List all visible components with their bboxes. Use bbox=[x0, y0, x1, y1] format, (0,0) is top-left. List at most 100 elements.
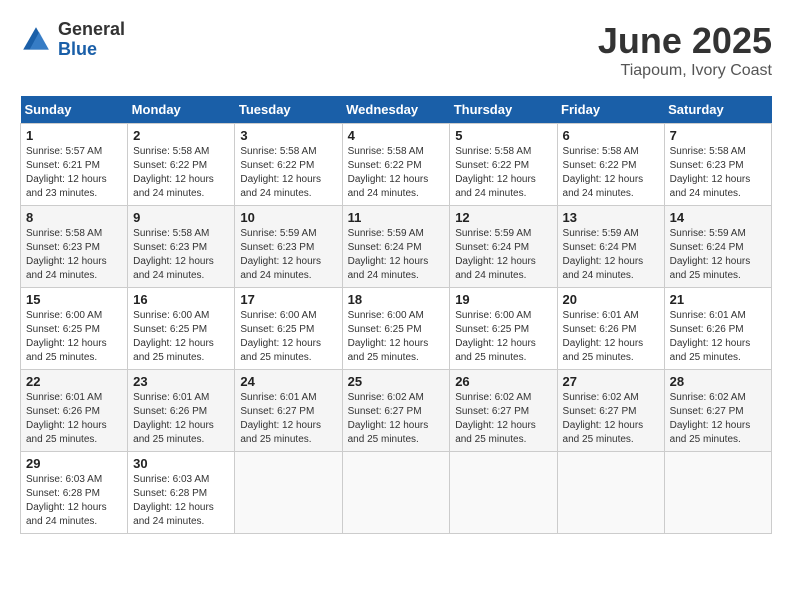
day-info: Sunrise: 6:03 AM Sunset: 6:28 PM Dayligh… bbox=[133, 473, 229, 529]
header: General Blue June 2025 Tiapoum, Ivory Co… bbox=[20, 20, 772, 80]
weekday-header: Monday bbox=[128, 96, 235, 124]
day-info: Sunrise: 6:02 AM Sunset: 6:27 PM Dayligh… bbox=[670, 391, 766, 447]
day-info: Sunrise: 6:00 AM Sunset: 6:25 PM Dayligh… bbox=[455, 309, 551, 365]
day-info: Sunrise: 6:01 AM Sunset: 6:26 PM Dayligh… bbox=[670, 309, 766, 365]
weekday-header: Sunday bbox=[21, 96, 128, 124]
day-number: 13 bbox=[563, 210, 659, 225]
calendar-cell: 13 Sunrise: 5:59 AM Sunset: 6:24 PM Dayl… bbox=[557, 206, 664, 288]
day-number: 20 bbox=[563, 292, 659, 307]
calendar-cell bbox=[557, 452, 664, 534]
calendar-cell: 19 Sunrise: 6:00 AM Sunset: 6:25 PM Dayl… bbox=[450, 288, 557, 370]
day-info: Sunrise: 5:59 AM Sunset: 6:23 PM Dayligh… bbox=[240, 227, 336, 283]
day-info: Sunrise: 5:58 AM Sunset: 6:22 PM Dayligh… bbox=[455, 145, 551, 201]
day-info: Sunrise: 5:59 AM Sunset: 6:24 PM Dayligh… bbox=[455, 227, 551, 283]
calendar-cell: 18 Sunrise: 6:00 AM Sunset: 6:25 PM Dayl… bbox=[342, 288, 450, 370]
day-info: Sunrise: 5:59 AM Sunset: 6:24 PM Dayligh… bbox=[348, 227, 445, 283]
weekday-header: Thursday bbox=[450, 96, 557, 124]
calendar-week-row: 8 Sunrise: 5:58 AM Sunset: 6:23 PM Dayli… bbox=[21, 206, 772, 288]
day-number: 17 bbox=[240, 292, 336, 307]
calendar-week-row: 1 Sunrise: 5:57 AM Sunset: 6:21 PM Dayli… bbox=[21, 124, 772, 206]
day-info: Sunrise: 5:59 AM Sunset: 6:24 PM Dayligh… bbox=[563, 227, 659, 283]
day-info: Sunrise: 6:00 AM Sunset: 6:25 PM Dayligh… bbox=[348, 309, 445, 365]
day-info: Sunrise: 6:00 AM Sunset: 6:25 PM Dayligh… bbox=[240, 309, 336, 365]
day-number: 7 bbox=[670, 128, 766, 143]
logo-general-text: General bbox=[58, 20, 125, 40]
day-number: 15 bbox=[26, 292, 122, 307]
location-title: Tiapoum, Ivory Coast bbox=[598, 62, 772, 80]
day-info: Sunrise: 6:01 AM Sunset: 6:26 PM Dayligh… bbox=[26, 391, 122, 447]
calendar-cell: 9 Sunrise: 5:58 AM Sunset: 6:23 PM Dayli… bbox=[128, 206, 235, 288]
day-info: Sunrise: 6:00 AM Sunset: 6:25 PM Dayligh… bbox=[26, 309, 122, 365]
calendar-cell: 3 Sunrise: 5:58 AM Sunset: 6:22 PM Dayli… bbox=[235, 124, 342, 206]
calendar-cell: 1 Sunrise: 5:57 AM Sunset: 6:21 PM Dayli… bbox=[21, 124, 128, 206]
day-info: Sunrise: 5:57 AM Sunset: 6:21 PM Dayligh… bbox=[26, 145, 122, 201]
calendar-cell: 10 Sunrise: 5:59 AM Sunset: 6:23 PM Dayl… bbox=[235, 206, 342, 288]
calendar-cell: 24 Sunrise: 6:01 AM Sunset: 6:27 PM Dayl… bbox=[235, 370, 342, 452]
calendar-cell: 30 Sunrise: 6:03 AM Sunset: 6:28 PM Dayl… bbox=[128, 452, 235, 534]
calendar-cell: 16 Sunrise: 6:00 AM Sunset: 6:25 PM Dayl… bbox=[128, 288, 235, 370]
calendar-cell: 22 Sunrise: 6:01 AM Sunset: 6:26 PM Dayl… bbox=[21, 370, 128, 452]
calendar-cell: 25 Sunrise: 6:02 AM Sunset: 6:27 PM Dayl… bbox=[342, 370, 450, 452]
day-number: 2 bbox=[133, 128, 229, 143]
calendar-cell: 2 Sunrise: 5:58 AM Sunset: 6:22 PM Dayli… bbox=[128, 124, 235, 206]
day-info: Sunrise: 6:01 AM Sunset: 6:26 PM Dayligh… bbox=[133, 391, 229, 447]
day-number: 9 bbox=[133, 210, 229, 225]
calendar-week-row: 22 Sunrise: 6:01 AM Sunset: 6:26 PM Dayl… bbox=[21, 370, 772, 452]
calendar-cell: 8 Sunrise: 5:58 AM Sunset: 6:23 PM Dayli… bbox=[21, 206, 128, 288]
day-info: Sunrise: 5:58 AM Sunset: 6:22 PM Dayligh… bbox=[133, 145, 229, 201]
title-area: June 2025 Tiapoum, Ivory Coast bbox=[598, 20, 772, 80]
logo-icon bbox=[20, 24, 52, 56]
calendar-cell: 23 Sunrise: 6:01 AM Sunset: 6:26 PM Dayl… bbox=[128, 370, 235, 452]
day-number: 21 bbox=[670, 292, 766, 307]
calendar-cell bbox=[664, 452, 771, 534]
calendar-cell: 5 Sunrise: 5:58 AM Sunset: 6:22 PM Dayli… bbox=[450, 124, 557, 206]
day-info: Sunrise: 6:03 AM Sunset: 6:28 PM Dayligh… bbox=[26, 473, 122, 529]
day-number: 23 bbox=[133, 374, 229, 389]
day-number: 8 bbox=[26, 210, 122, 225]
day-info: Sunrise: 5:58 AM Sunset: 6:23 PM Dayligh… bbox=[26, 227, 122, 283]
calendar-cell: 27 Sunrise: 6:02 AM Sunset: 6:27 PM Dayl… bbox=[557, 370, 664, 452]
calendar-cell: 11 Sunrise: 5:59 AM Sunset: 6:24 PM Dayl… bbox=[342, 206, 450, 288]
day-info: Sunrise: 5:58 AM Sunset: 6:22 PM Dayligh… bbox=[348, 145, 445, 201]
day-number: 28 bbox=[670, 374, 766, 389]
day-number: 30 bbox=[133, 456, 229, 471]
calendar-week-row: 29 Sunrise: 6:03 AM Sunset: 6:28 PM Dayl… bbox=[21, 452, 772, 534]
day-number: 29 bbox=[26, 456, 122, 471]
calendar-cell: 20 Sunrise: 6:01 AM Sunset: 6:26 PM Dayl… bbox=[557, 288, 664, 370]
calendar-cell bbox=[450, 452, 557, 534]
day-number: 6 bbox=[563, 128, 659, 143]
day-info: Sunrise: 6:02 AM Sunset: 6:27 PM Dayligh… bbox=[348, 391, 445, 447]
calendar-cell: 26 Sunrise: 6:02 AM Sunset: 6:27 PM Dayl… bbox=[450, 370, 557, 452]
day-number: 1 bbox=[26, 128, 122, 143]
day-info: Sunrise: 6:01 AM Sunset: 6:27 PM Dayligh… bbox=[240, 391, 336, 447]
calendar-week-row: 15 Sunrise: 6:00 AM Sunset: 6:25 PM Dayl… bbox=[21, 288, 772, 370]
day-info: Sunrise: 5:58 AM Sunset: 6:22 PM Dayligh… bbox=[563, 145, 659, 201]
weekday-header: Wednesday bbox=[342, 96, 450, 124]
logo-text: General Blue bbox=[58, 20, 125, 60]
day-number: 10 bbox=[240, 210, 336, 225]
weekday-header: Friday bbox=[557, 96, 664, 124]
calendar: SundayMondayTuesdayWednesdayThursdayFrid… bbox=[20, 96, 772, 534]
calendar-cell: 28 Sunrise: 6:02 AM Sunset: 6:27 PM Dayl… bbox=[664, 370, 771, 452]
day-info: Sunrise: 6:00 AM Sunset: 6:25 PM Dayligh… bbox=[133, 309, 229, 365]
calendar-cell: 21 Sunrise: 6:01 AM Sunset: 6:26 PM Dayl… bbox=[664, 288, 771, 370]
calendar-cell: 4 Sunrise: 5:58 AM Sunset: 6:22 PM Dayli… bbox=[342, 124, 450, 206]
day-number: 22 bbox=[26, 374, 122, 389]
day-number: 11 bbox=[348, 210, 445, 225]
day-info: Sunrise: 6:01 AM Sunset: 6:26 PM Dayligh… bbox=[563, 309, 659, 365]
day-info: Sunrise: 5:58 AM Sunset: 6:22 PM Dayligh… bbox=[240, 145, 336, 201]
day-number: 27 bbox=[563, 374, 659, 389]
day-number: 12 bbox=[455, 210, 551, 225]
logo: General Blue bbox=[20, 20, 125, 60]
day-info: Sunrise: 5:58 AM Sunset: 6:23 PM Dayligh… bbox=[133, 227, 229, 283]
calendar-cell: 17 Sunrise: 6:00 AM Sunset: 6:25 PM Dayl… bbox=[235, 288, 342, 370]
logo-blue-text: Blue bbox=[58, 40, 125, 60]
day-number: 25 bbox=[348, 374, 445, 389]
weekday-header: Saturday bbox=[664, 96, 771, 124]
day-info: Sunrise: 6:02 AM Sunset: 6:27 PM Dayligh… bbox=[455, 391, 551, 447]
month-title: June 2025 bbox=[598, 20, 772, 62]
weekday-header-row: SundayMondayTuesdayWednesdayThursdayFrid… bbox=[21, 96, 772, 124]
day-number: 3 bbox=[240, 128, 336, 143]
day-number: 16 bbox=[133, 292, 229, 307]
calendar-cell: 12 Sunrise: 5:59 AM Sunset: 6:24 PM Dayl… bbox=[450, 206, 557, 288]
